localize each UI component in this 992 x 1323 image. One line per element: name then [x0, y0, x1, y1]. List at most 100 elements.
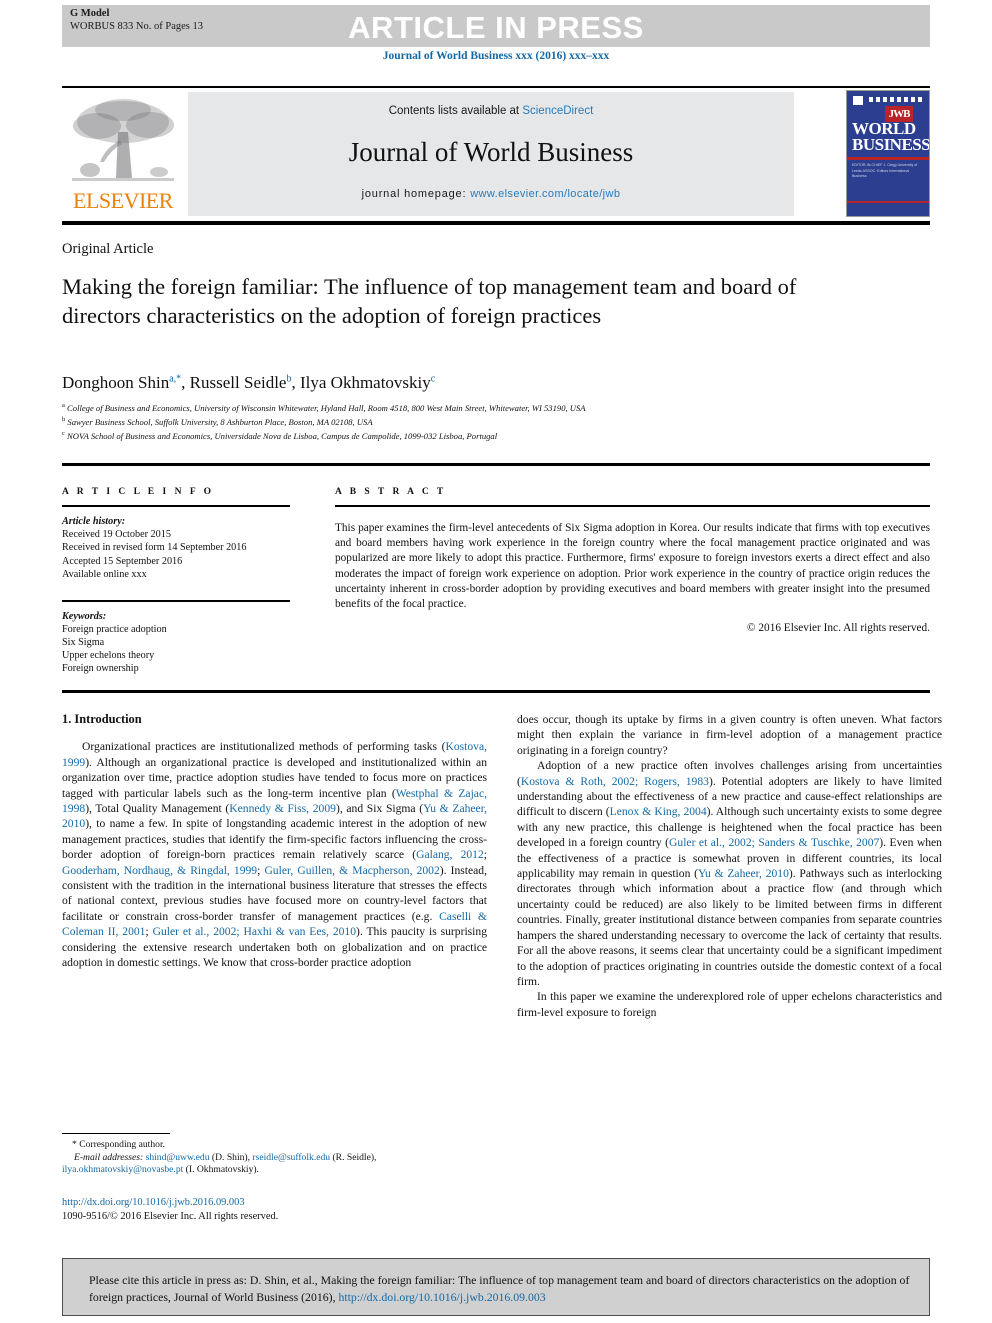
abstract-heading: A B S T R A C T [335, 487, 447, 497]
email-owner: (I. Okhmatovskiy). [183, 1164, 259, 1176]
homepage-label: journal homepage: [361, 188, 471, 200]
citation-link[interactable]: Kostova & Roth, 2002; Rogers, 1983 [521, 775, 709, 788]
journal-cover-thumbnail: JWB WORLD BUSINESS EDITOR-IN-CHIEF J. Cl… [846, 90, 930, 217]
contents-available-line: Contents lists available at ScienceDirec… [188, 105, 794, 117]
abstract-copyright: © 2016 Elsevier Inc. All rights reserved… [746, 622, 930, 635]
citation-link[interactable]: Gooderham, Nordhaug, & Ringdal, 1999 [62, 864, 257, 877]
body-text: ). Pathways such as interlocking directo… [517, 867, 942, 988]
cover-title-line2: BUSINESS [852, 135, 930, 154]
body-text: ; [145, 925, 153, 939]
g-model-block: G Model WORBUS 833 No. of Pages 13 [70, 8, 203, 33]
manuscript-id-label: WORBUS 833 No. of Pages 13 [70, 20, 203, 32]
affiliation-list: a College of Business and Economics, Uni… [62, 400, 892, 442]
email-link[interactable]: shind@uww.edu [146, 1152, 210, 1163]
citation-link[interactable]: Guler et al., 2002; Haxhi & van Ees, 201… [153, 925, 356, 938]
body-paragraph: In this paper we examine the underexplor… [517, 989, 942, 1020]
affiliation-line: b Sawyer Business School, Suffolk Univer… [62, 416, 373, 427]
abstract-column: A B S T R A C T This paper examines the … [335, 487, 930, 634]
article-info-rule [62, 505, 290, 507]
elsevier-wordmark: ELSEVIER [73, 188, 173, 213]
keywords-block: Keywords: Foreign practice adoption Six S… [62, 610, 290, 676]
email-owner: (D. Shin), [209, 1151, 253, 1163]
keyword-line: Upper echelons theory [62, 650, 155, 662]
cite-doi-link[interactable]: http://dx.doi.org/10.1016/j.jwb.2016.09.… [338, 1290, 545, 1304]
citation-link[interactable]: Yu & Zaheer, 2010 [698, 867, 789, 880]
journal-homepage-link[interactable]: www.elsevier.com/locate/jwb [470, 188, 620, 200]
masthead-contents-box: Contents lists available at ScienceDirec… [188, 92, 794, 216]
affiliation-line: c NOVA School of Business and Economics,… [62, 430, 498, 441]
doi-copyright-block: http://dx.doi.org/10.1016/j.jwb.2016.09.… [62, 1196, 487, 1224]
article-doi-link[interactable]: http://dx.doi.org/10.1016/j.jwb.2016.09.… [62, 1196, 487, 1210]
citation-link[interactable]: Kennedy & Fiss, 2009 [229, 802, 336, 815]
cover-editor-block: EDITOR-IN-CHIEF J. Clegg University of L… [852, 163, 918, 178]
email-link[interactable]: rseidle@suffolk.edu [252, 1152, 330, 1163]
body-text: does occur, though its uptake by firms i… [517, 713, 942, 757]
keywords-label: Keywords: [62, 610, 107, 622]
corresponding-author-label: Corresponding author. [79, 1139, 166, 1150]
email-link[interactable]: ilya.okhmatovskiy@novasbe.pt [62, 1164, 183, 1175]
citation-link[interactable]: Guler et al., 2002; Sanders & Tuschke, 2… [669, 836, 879, 849]
body-column-right: does occur, though its uptake by firms i… [517, 712, 942, 1020]
article-info-column: A R T I C L E I N F O Article history: R… [62, 487, 290, 676]
intro-right-text: does occur, though its uptake by firms i… [517, 712, 942, 1020]
journal-reference-line: Journal of World Business xxx (2016) xxx… [382, 50, 610, 62]
body-text: ), Total Quality Management ( [85, 802, 230, 816]
keywords-lines: Foreign practice adoption Six Sigma Upper … [62, 623, 290, 676]
contents-prefix: Contents lists available at [388, 105, 523, 117]
body-paragraph: does occur, though its uptake by firms i… [517, 712, 942, 758]
article-history-line: Available online xxx [62, 568, 147, 580]
page-title: Making the foreign familiar: The influen… [62, 274, 797, 328]
affiliation-line: a College of Business and Economics, Uni… [62, 402, 586, 413]
article-history-line: Received 19 October 2015 [62, 529, 171, 541]
cover-red-rule-top [847, 157, 929, 160]
keyword-line: Foreign practice adoption [62, 623, 167, 635]
email-addresses-line: E-mail addresses: shind@uww.edu (D. Shin… [62, 1152, 487, 1177]
article-history-line: Received in revised form 14 September 20… [62, 542, 247, 554]
citation-link[interactable]: Galang, 2012 [416, 848, 484, 861]
footnote-block: * Corresponding author. E-mail addresses:… [62, 1139, 487, 1177]
keyword-line: Six Sigma [62, 637, 105, 649]
info-section-bottom-rule [62, 690, 930, 693]
footnote-separator-rule [62, 1133, 170, 1135]
keywords-rule [62, 600, 290, 602]
citation-link[interactable]: Guler, Guillen, & Macpherson, 2002 [264, 864, 439, 877]
elsevier-logo: ELSEVIER [64, 92, 182, 216]
body-text: ; [483, 848, 488, 862]
please-cite-box: Please cite this article in press as: D.… [62, 1258, 930, 1316]
journal-title: Journal of World Business [348, 137, 634, 167]
body-text: Organizational practices are institution… [82, 740, 446, 754]
keyword-line: Foreign ownership [62, 663, 139, 675]
article-history-lines: Received 19 October 2015 Received in revi… [62, 528, 290, 581]
article-type-label: Original Article [62, 241, 154, 257]
email-addresses-label: E-mail addresses: [74, 1151, 146, 1163]
g-model-label: G Model [70, 8, 110, 19]
body-column-left: 1. Introduction Organizational practices… [62, 712, 487, 971]
journal-homepage-line: journal homepage: www.elsevier.com/locat… [188, 188, 794, 200]
article-info-heading: A R T I C L E I N F O [62, 487, 215, 497]
article-history-line: Accepted 15 September 2016 [62, 555, 183, 567]
body-text: In this paper we examine the underexplor… [517, 990, 942, 1019]
journal-masthead: ELSEVIER Contents lists available at Sci… [62, 90, 930, 217]
abstract-text: This paper examines the firm-level antec… [335, 522, 930, 611]
email-owner: (R. Seidle), [330, 1151, 377, 1163]
abstract-rule [335, 505, 930, 507]
article-history-label: Article history: [62, 516, 126, 527]
author-list: Donghoon Shina,*, Russell Seidleb, Ilya … [62, 373, 436, 392]
cover-header-dots [869, 97, 924, 102]
corresponding-author-line: * Corresponding author. [62, 1139, 487, 1152]
cover-logo-mark [853, 96, 863, 105]
body-paragraph: Organizational practices are institution… [62, 739, 487, 970]
masthead-bottom-rule [62, 221, 930, 225]
body-paragraph: Adoption of a new practice often involve… [517, 758, 942, 989]
cover-title: WORLD BUSINESS [852, 120, 930, 154]
please-cite-text: Please cite this article in press as: D.… [89, 1272, 911, 1306]
issn-copyright-line: 1090-9516/© 2016 Elsevier Inc. All right… [62, 1210, 279, 1222]
sciencedirect-link[interactable]: ScienceDirect [522, 105, 593, 117]
section-heading-introduction: 1. Introduction [62, 712, 142, 726]
cover-red-rule-bottom [847, 201, 929, 203]
article-history-block: Article history: Received 19 October 201… [62, 515, 290, 581]
article-first-page: ARTICLE IN PRESS G Model WORBUS 833 No. … [0, 0, 992, 1323]
masthead-top-rule [62, 86, 930, 88]
citation-link[interactable]: Lenox & King, 2004 [610, 805, 707, 818]
